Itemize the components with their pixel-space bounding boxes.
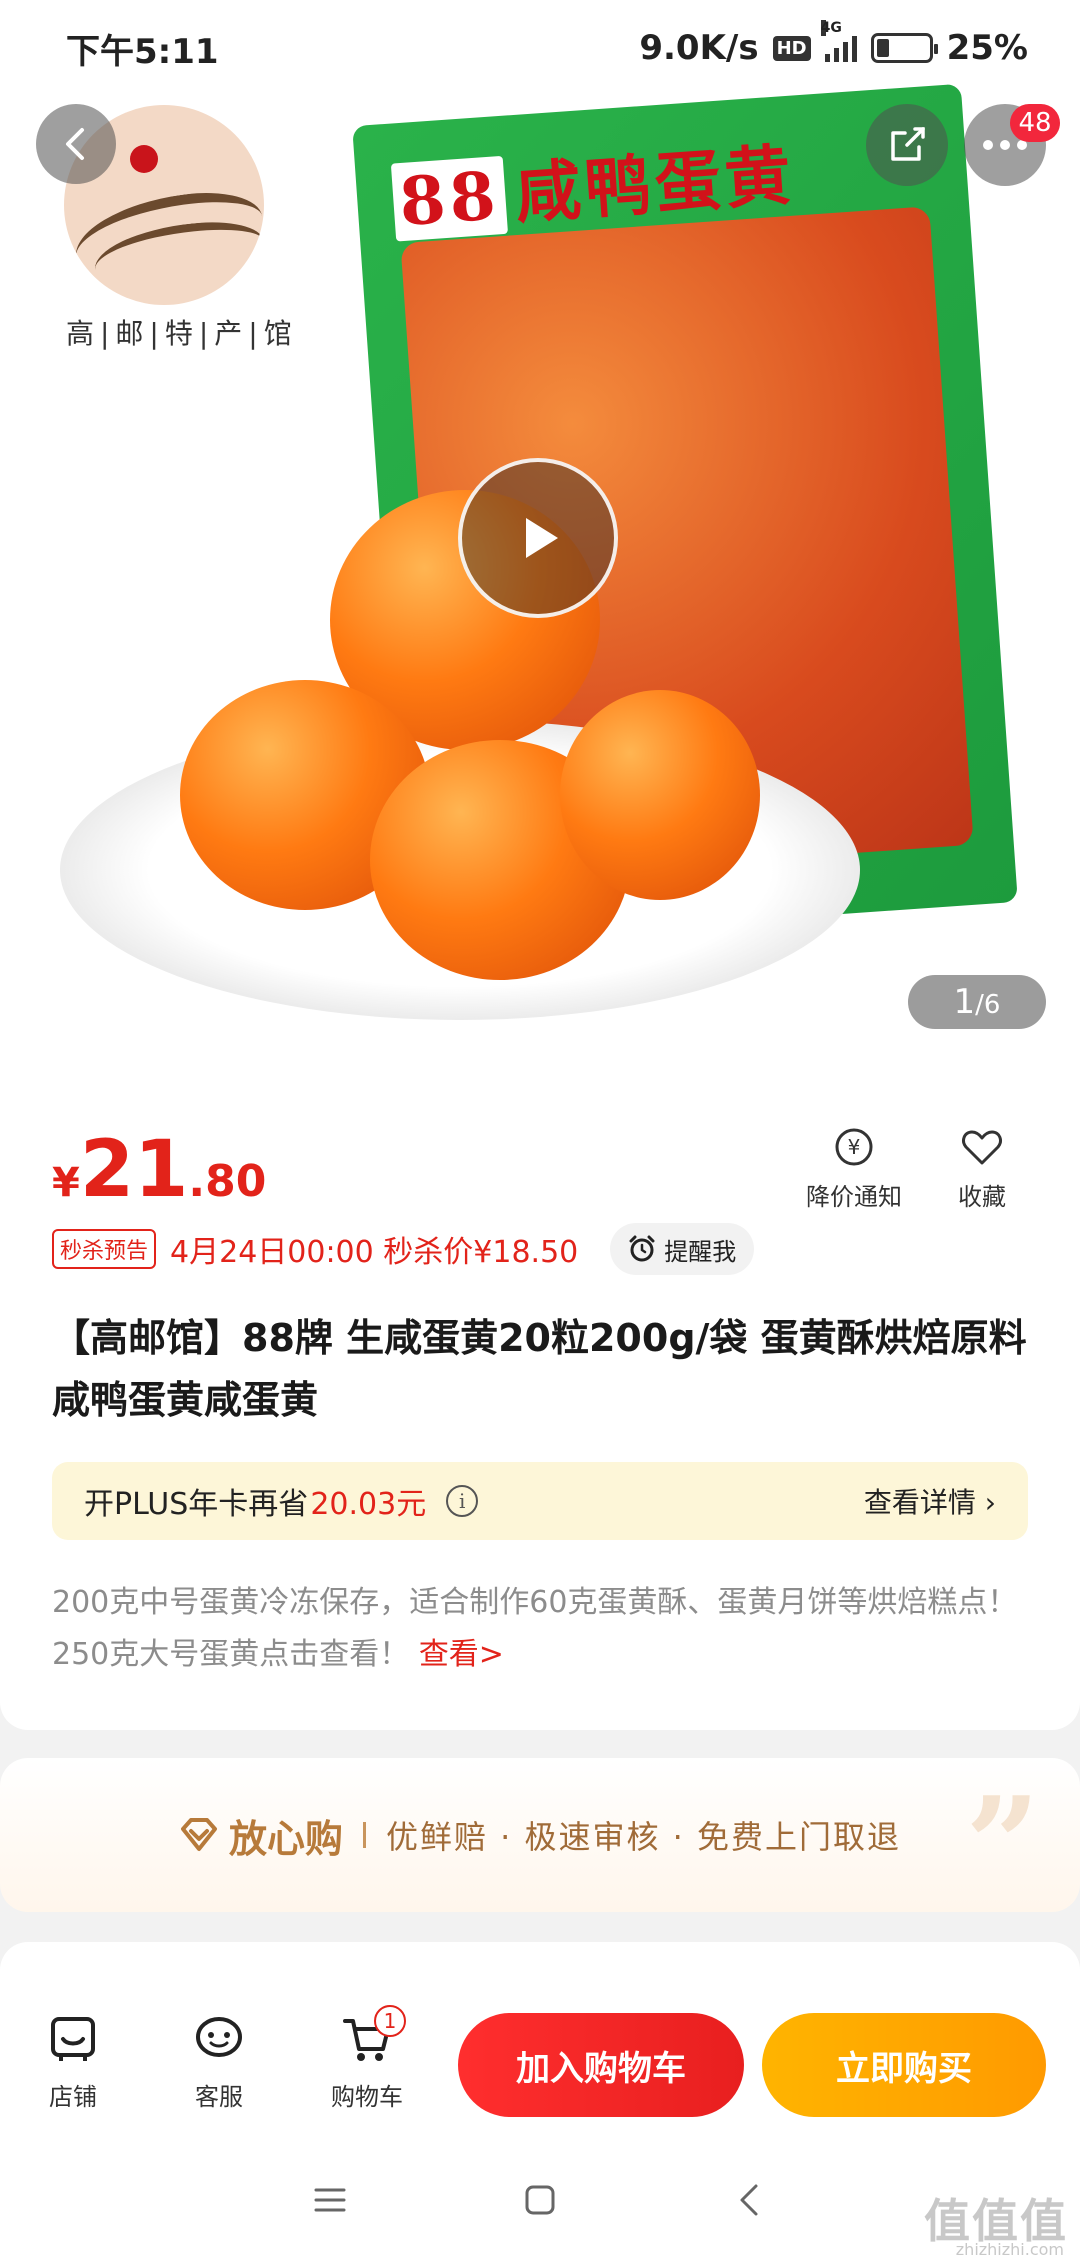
price-drop-bell-icon: ¥: [835, 1128, 873, 1166]
battery-icon: [870, 33, 938, 63]
assurance-brand: 放心购: [179, 1808, 343, 1863]
alarm-clock-icon: [629, 1235, 655, 1262]
price-notice-button[interactable]: ¥ 降价通知: [806, 1125, 902, 1212]
favorite-label: 收藏: [958, 1183, 1006, 1211]
gallery-page-current: 1: [953, 982, 976, 1022]
flash-sale-text: 4月24日00:00 秒杀价¥18.50: [170, 1235, 579, 1270]
assurance-banner[interactable]: 放心购 优鲜赔 · 极速审核 · 免费上门取退 ”: [0, 1758, 1080, 1912]
yolk-image: [560, 690, 760, 900]
buy-now-button[interactable]: 立即购买: [762, 2013, 1046, 2117]
svg-text:¥: ¥: [848, 1135, 861, 1159]
flash-sale-row: 秒杀预告 4月24日00:00 秒杀价¥18.50 提醒我: [52, 1223, 755, 1275]
net-speed: 9.0K/s: [639, 28, 759, 68]
network-type: 4G: [820, 20, 842, 36]
price-decimal: .80: [188, 1156, 267, 1207]
product-price: ¥21.80: [52, 1125, 266, 1215]
info-icon[interactable]: i: [446, 1485, 479, 1517]
quote-mark-decoration: ”: [965, 1768, 1040, 1912]
plus-promo-text: 开PLUS年卡再省: [84, 1487, 309, 1522]
remind-me-button[interactable]: 提醒我: [610, 1223, 755, 1275]
system-nav-bar: [0, 2135, 1080, 2264]
cart-label: 购物车: [331, 2083, 403, 2111]
plus-details-link[interactable]: 查看详情 ›: [864, 1481, 996, 1521]
diamond-icon: [180, 1818, 217, 1851]
share-button[interactable]: [866, 104, 948, 186]
share-icon: [891, 127, 925, 161]
assurance-divider: [362, 1822, 366, 1848]
menu-icon[interactable]: [310, 2180, 350, 2220]
chat-icon: [196, 2017, 242, 2057]
product-info-card: ¥21.80 ¥ 降价通知 收藏 秒杀预告 4月24日00:00 秒杀价¥18.…: [0, 1075, 1080, 1730]
product-description: 200克中号蛋黄冷冻保存，适合制作60克蛋黄酥、蛋黄月饼等烘焙糕点！250克大号…: [52, 1577, 1032, 1681]
assurance-items: 优鲜赔 · 极速审核 · 免费上门取退: [385, 1818, 902, 1856]
product-title: 【高邮馆】88牌 生咸蛋黄20粒200g/袋 蛋黄酥烘焙原料咸鸭蛋黄咸蛋黄: [52, 1316, 1027, 1422]
message-count-badge: 48: [1010, 104, 1060, 142]
watermark-url: zhizhizhi.com: [955, 2240, 1064, 2259]
add-to-cart-button[interactable]: 加入购物车: [458, 2013, 744, 2117]
play-icon: [526, 518, 558, 558]
chevron-left-icon: [66, 128, 84, 160]
back-arrow-icon[interactable]: [730, 2180, 770, 2220]
store-logo-text: 高|邮|特|产|馆: [66, 317, 298, 350]
battery-percent: 25%: [946, 28, 1028, 68]
signal-icon: 4G: [820, 20, 857, 62]
hd-icon: HD: [772, 35, 811, 61]
battery-level-fill: [876, 39, 890, 57]
play-video-button[interactable]: [458, 458, 618, 618]
cart-count-badge: 1: [374, 2005, 406, 2037]
price-notice-label: 降价通知: [806, 1183, 902, 1211]
description-view-link[interactable]: 查看>: [419, 1637, 504, 1672]
flash-sale-tag: 秒杀预告: [52, 1229, 157, 1269]
customer-service-tab[interactable]: 客服: [164, 2013, 274, 2112]
back-button[interactable]: [36, 104, 116, 184]
description-text: 200克中号蛋黄冷冻保存，适合制作60克蛋黄酥、蛋黄月饼等烘焙糕点！250克大号…: [52, 1585, 1018, 1672]
status-time: 下午5:11: [66, 31, 219, 72]
favorite-button[interactable]: 收藏: [958, 1125, 1006, 1212]
store-tab[interactable]: 店铺: [18, 2013, 128, 2112]
assurance-brand-label: 放心购: [228, 1816, 343, 1861]
remind-me-label: 提醒我: [664, 1237, 737, 1266]
plus-promo-amount: 20.03元: [310, 1487, 427, 1522]
heart-plus-icon: [962, 1130, 1002, 1165]
store-icon: [51, 2017, 95, 2061]
gallery-page-total: /6: [975, 990, 1001, 1020]
bag-brand: 88: [390, 155, 508, 242]
bottom-action-bar: 店铺 客服 1 购物车 加入购物车 立即购买: [0, 1975, 1080, 2135]
plus-promo-bar[interactable]: 开PLUS年卡再省 20.03元 i 查看详情 ›: [52, 1462, 1028, 1540]
price-symbol: ¥: [52, 1160, 80, 1206]
home-square-icon[interactable]: [520, 2180, 560, 2220]
gallery-page-indicator: 1/6: [908, 975, 1046, 1029]
customer-service-label: 客服: [195, 2083, 243, 2111]
status-bar: 下午5:11 9.0K/s HD 4G 25%: [0, 0, 1080, 96]
price-integer: 21: [79, 1125, 189, 1215]
store-label: 店铺: [49, 2083, 97, 2111]
cart-tab[interactable]: 1 购物车: [312, 2005, 422, 2112]
